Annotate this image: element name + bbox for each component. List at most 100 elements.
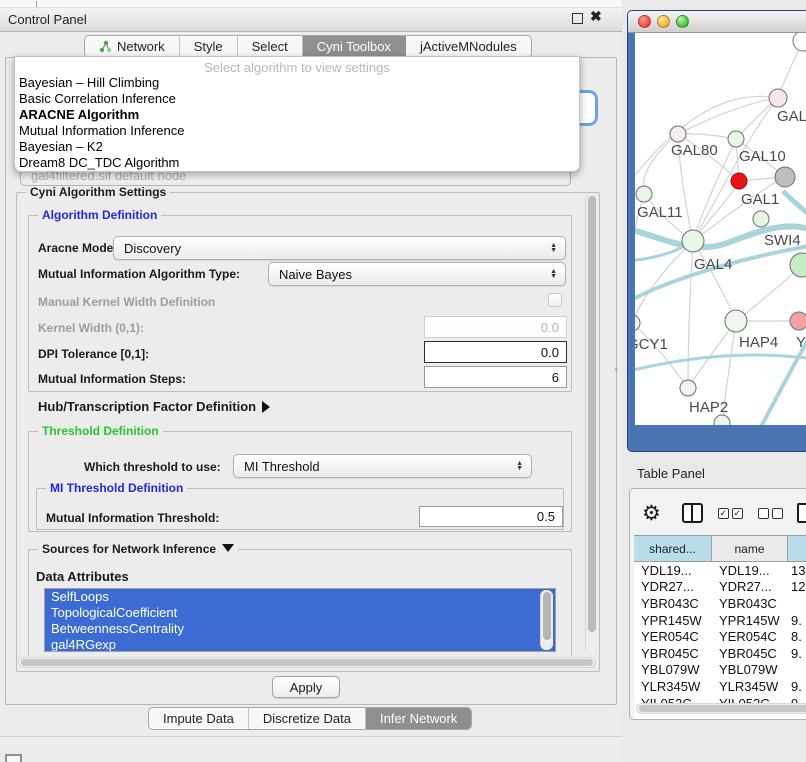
select-all-checkboxes-icon[interactable]: ✓✓ [718,508,743,519]
network-node-y[interactable] [790,312,806,330]
dropdown-item-bayesian-k2[interactable]: Bayesian – K2 [15,139,579,155]
minimized-panel-icon[interactable] [5,754,22,762]
network-node-hap2[interactable] [680,380,696,396]
attribute-item-selfloops[interactable]: SelfLoops [45,589,555,605]
settings-horizontal-scrollbar[interactable] [18,657,596,668]
apply-button[interactable]: Apply [272,676,340,698]
dpi-tolerance-field[interactable]: 0.0 [424,341,567,363]
column-header-shared...[interactable]: shared... [634,536,712,561]
table-cell[interactable]: YER054C [634,628,712,645]
network-node-gal80[interactable] [670,126,686,142]
network-node-gal10[interactable] [728,131,744,147]
kernel-width-field[interactable]: 0.0 [424,316,567,338]
table-row[interactable]: YBR045CYBR045C9. [634,645,806,662]
table-cell[interactable]: YBR045C [634,645,712,662]
network-node[interactable] [714,415,730,425]
minimize-traffic-light-icon[interactable] [657,15,670,28]
tab-cyni-toolbox[interactable]: Cyni Toolbox [303,36,406,57]
tab-jactivemnodules[interactable]: jActiveMNodules [406,36,531,57]
table-cell[interactable]: YDR27... [634,579,712,596]
data-attributes-list[interactable]: SelfLoopsTopologicalCoefficientBetweenne… [44,588,556,652]
table-cell[interactable]: YDL19... [634,562,712,579]
table-row[interactable]: YPR145WYPR145W9. [634,612,806,629]
columns-icon[interactable] [682,503,703,523]
gear-icon[interactable]: ⚙ [642,501,661,526]
attribute-item-gal4rgexp[interactable]: gal4RGexp [45,637,555,652]
network-node-hap4[interactable] [725,310,747,332]
table-cell[interactable]: YLR345W [634,678,712,695]
network-node-label: GAL10 [739,148,786,165]
network-edge [693,241,736,321]
dropdown-item-mutual-information-inference[interactable]: Mutual Information Inference [15,123,579,139]
table-cell[interactable]: YDR27... [712,579,788,596]
close-icon[interactable]: ✖ [590,8,602,25]
network-node-gcy1[interactable] [635,315,640,331]
table-cell[interactable]: YBR043C [634,595,712,612]
network-node-gal[interactable] [769,89,787,107]
table-cell[interactable]: 9. [788,645,806,662]
table-cell[interactable]: YER054C [712,628,788,645]
attribute-item-betweennesscentrality[interactable]: BetweennessCentrality [45,621,555,637]
table-cell[interactable]: YBL079W [712,662,788,679]
panel-resize-grip[interactable]: ^ [614,366,618,376]
network-node[interactable] [793,33,806,51]
table-cell[interactable]: YBR043C [712,595,788,612]
network-window-titlebar[interactable] [628,11,806,33]
table-cell[interactable]: YBL079W [634,662,712,679]
table-cell[interactable]: YPR145W [712,612,788,629]
tab-infer-network[interactable]: Infer Network [366,708,471,729]
close-traffic-light-icon[interactable] [638,15,651,28]
table-cell[interactable]: 9. [788,612,806,629]
dropdown-item-dream8-dc-tdc-algorithm[interactable]: Dream8 DC_TDC Algorithm [15,155,579,171]
table-row[interactable]: YDR27...YDR27...12 [634,579,806,596]
table-cell[interactable] [788,595,806,612]
table-cell[interactable] [788,662,806,679]
tab-impute-data[interactable]: Impute Data [149,708,249,729]
table-row[interactable]: YBR043CYBR043C [634,595,806,612]
table-cell[interactable]: 8. [788,628,806,645]
manual-kernel-checkbox[interactable] [548,293,562,307]
table-cell[interactable]: 13 [788,562,806,579]
settings-vertical-scrollbar[interactable] [585,194,598,654]
sources-title[interactable]: Sources for Network Inference [38,542,238,556]
table-row[interactable]: YDL19...YDL19...13 [634,562,806,579]
new-table-icon[interactable] [797,503,806,523]
network-node-swi4[interactable] [753,211,769,227]
network-node-gal4[interactable] [682,230,704,252]
table-cell[interactable]: YLR345W [712,678,788,695]
zoom-traffic-light-icon[interactable] [676,15,689,28]
deselect-all-checkboxes-icon[interactable] [758,508,783,519]
table-row[interactable]: YBL079WYBL079W [634,662,806,679]
table-horizontal-scrollbar[interactable] [636,703,806,714]
table-cell[interactable]: 9. [788,678,806,695]
table-row[interactable]: YLR345WYLR345W9. [634,678,806,695]
mi-threshold-field[interactable]: 0.5 [419,506,563,527]
table-cell[interactable]: YBR045C [712,645,788,662]
mi-type-combo[interactable]: Naive Bayes ▲▼ [268,262,566,286]
tab-style[interactable]: Style [180,36,238,57]
hub-definition-toggle[interactable]: Hub/Transcription Factor Definition [38,399,270,414]
table-cell[interactable]: YDL19... [712,562,788,579]
which-threshold-combo[interactable]: MI Threshold ▲▼ [233,454,532,478]
table-cell[interactable]: YPR145W [634,612,712,629]
network-edge [783,191,806,219]
network-node-gal1[interactable] [731,173,747,189]
column-header-extra[interactable] [788,536,806,561]
aracne-mode-combo[interactable]: Discovery ▲▼ [113,236,566,260]
network-node-gal11[interactable] [636,186,652,202]
table-cell[interactable]: 12 [788,579,806,596]
tab-select[interactable]: Select [238,36,303,57]
mi-steps-field[interactable]: 6 [424,366,567,388]
tab-network[interactable]: Network [85,36,180,57]
attribute-item-topologicalcoefficient[interactable]: TopologicalCoefficient [45,605,555,621]
dropdown-item-basic-correlation-inference[interactable]: Basic Correlation Inference [15,91,579,107]
tab-discretize-data[interactable]: Discretize Data [249,708,366,729]
float-window-icon[interactable] [572,13,583,24]
attributes-scrollbar[interactable] [540,590,553,650]
dropdown-item-aracne-algorithm[interactable]: ARACNE Algorithm [15,107,579,123]
column-header-name[interactable]: name [712,536,788,561]
network-canvas[interactable]: GALGAL80GAL10GAL1GAL11SWI4GAL4GCY1HAP4YH… [635,33,806,425]
dropdown-item-bayesian-hill-climbing[interactable]: Bayesian – Hill Climbing [15,75,579,91]
table-row[interactable]: YER054CYER054C8. [634,628,806,645]
network-node[interactable] [775,167,795,187]
